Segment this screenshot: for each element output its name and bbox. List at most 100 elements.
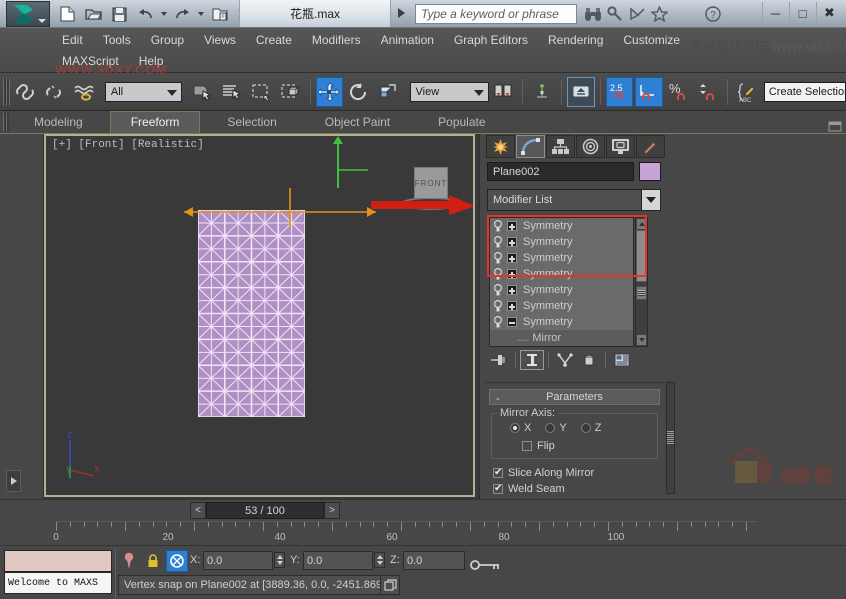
maxscript-listener-input[interactable]: Welcome to MAXS [4,572,112,594]
time-slider-frame-label[interactable]: 53 / 100 [206,502,324,519]
menu-item-customize[interactable]: Customize [613,31,690,49]
maximize-button[interactable]: □ [789,2,815,24]
menu-item-views[interactable]: Views [194,31,246,49]
slice-along-mirror-checkbox[interactable] [493,468,503,478]
menu-item-edit[interactable]: Edit [52,31,93,49]
help-icon[interactable]: ? [702,4,724,24]
hierarchy-tab[interactable] [546,135,575,158]
expand-icon[interactable] [507,285,517,295]
ribbon-tab-modeling[interactable]: Modeling [13,111,104,133]
close-button[interactable]: ✖ [816,2,842,24]
parameters-rollout-header[interactable]: - Parameters [489,389,660,405]
object-name-input[interactable]: Plane002 [487,162,634,181]
spinner-snap-toggle-button[interactable] [695,77,723,107]
menu-item-help[interactable]: Help [129,52,174,70]
maxscript-listener-output[interactable] [4,550,112,572]
key-toggle-icon[interactable] [470,554,500,576]
modify-tab[interactable] [516,135,545,158]
binoculars-icon[interactable] [582,4,604,24]
modifier-list-dropdown[interactable]: Modifier List [487,189,661,211]
scroll-up-button[interactable] [636,218,647,230]
expand-icon[interactable] [507,253,517,263]
menu-item-group[interactable]: Group [141,31,194,49]
expand-icon[interactable] [507,221,517,231]
redo-dropdown-button[interactable] [196,2,206,26]
expand-icon[interactable] [507,301,517,311]
key-icon[interactable] [604,4,626,24]
open-file-button[interactable] [81,2,106,26]
redo-button[interactable] [170,2,195,26]
lightbulb-icon[interactable] [492,268,504,281]
percent-snap-toggle-button[interactable]: % [665,77,693,107]
modifier-stack-item[interactable]: Symmetry [490,266,633,282]
use-pivot-point-center-button[interactable] [490,77,518,107]
remove-modifier-button[interactable] [577,350,601,370]
selection-lock-toggle-button[interactable] [142,550,164,572]
lightbulb-icon[interactable] [492,236,504,249]
ribbon-tab-selection[interactable]: Selection [206,111,297,133]
select-and-uniform-scale-button[interactable] [375,77,403,107]
ribbon-tab-object-paint[interactable]: Object Paint [304,111,411,133]
slice-along-mirror-row[interactable]: Slice Along Mirror [485,467,664,479]
lightbulb-icon[interactable] [492,300,504,313]
chevron-down-icon[interactable] [641,190,660,210]
pin-stack-button[interactable] [487,350,511,370]
modifier-stack-scrollbar[interactable] [635,217,648,347]
mirror-axis-y-radio[interactable]: Y [545,422,566,434]
ribbon-minimize-icon[interactable] [828,121,842,133]
undo-button[interactable] [133,2,158,26]
absolute-relative-mode-button[interactable] [166,550,188,572]
named-selection-sets-input[interactable]: Create Selection [764,82,846,102]
rollout-collapse-icon[interactable]: - [496,393,500,405]
star-icon[interactable] [648,4,670,24]
ribbon-tab-populate[interactable]: Populate [417,111,506,133]
utilities-tab[interactable] [636,135,665,158]
coord-y-spinner[interactable] [374,552,385,568]
select-and-link-button[interactable] [11,77,39,107]
expand-icon[interactable] [507,269,517,279]
adaptive-degradation-button[interactable] [380,575,400,595]
menu-item-animation[interactable]: Animation [371,31,444,49]
keyword-search-input[interactable]: Type a keyword or phrase [415,4,577,24]
show-end-result-button[interactable] [520,350,544,370]
modifier-stack-item[interactable]: Symmetry [490,282,633,298]
modifier-stack-item[interactable]: Symmetry [490,298,633,314]
coord-z-input[interactable]: 0.0 [403,551,465,570]
expand-icon[interactable] [507,237,517,247]
create-tab[interactable] [486,135,515,158]
menu-item-graph-editors[interactable]: Graph Editors [444,31,538,49]
make-unique-button[interactable] [553,350,577,370]
application-menu-button[interactable] [6,1,50,27]
new-file-button[interactable] [55,2,80,26]
reference-coordinate-system-dropdown[interactable]: View [410,82,489,102]
ribbon-tab-freeform[interactable]: Freeform [110,111,201,133]
select-object-button[interactable] [188,77,216,107]
lightbulb-icon[interactable] [492,284,504,297]
window-crossing-button[interactable] [277,77,305,107]
set-project-folder-button[interactable] [207,2,232,26]
menu-item-modifiers[interactable]: Modifiers [302,31,371,49]
selection-filter-dropdown[interactable]: All [105,82,182,102]
edit-named-selection-sets-button[interactable]: ABC [733,77,761,107]
lightbulb-icon[interactable] [492,316,504,329]
coord-x-input[interactable]: 0.0 [203,551,273,570]
modifier-sub-object-item[interactable]: ...... Mirror [490,330,633,345]
scroll-down-button[interactable] [636,334,647,346]
modifier-stack-item[interactable]: Symmetry [490,218,633,234]
weld-seam-row[interactable]: Weld Seam [485,483,664,495]
modifier-stack-item[interactable]: Symmetry [490,234,633,250]
coord-y-input[interactable]: 0.0 [303,551,373,570]
scrollbar-thumb[interactable] [636,230,647,282]
menu-item-tools[interactable]: Tools [93,31,141,49]
ribbon-grip[interactable] [3,113,9,131]
title-next-icon[interactable] [398,8,405,18]
modifier-stack-item[interactable]: Symmetry [490,250,633,266]
save-file-button[interactable] [107,2,132,26]
angle-snap-toggle-button[interactable] [635,77,663,107]
mirror-button[interactable] [567,77,595,107]
next-frame-arrow[interactable]: > [324,502,340,519]
track-bar-ruler[interactable]: 0 20 40 60 80 100 [56,521,756,545]
satellite-icon[interactable] [626,4,648,24]
bind-to-space-warp-button[interactable] [70,77,98,107]
coord-x-spinner[interactable] [274,552,285,568]
